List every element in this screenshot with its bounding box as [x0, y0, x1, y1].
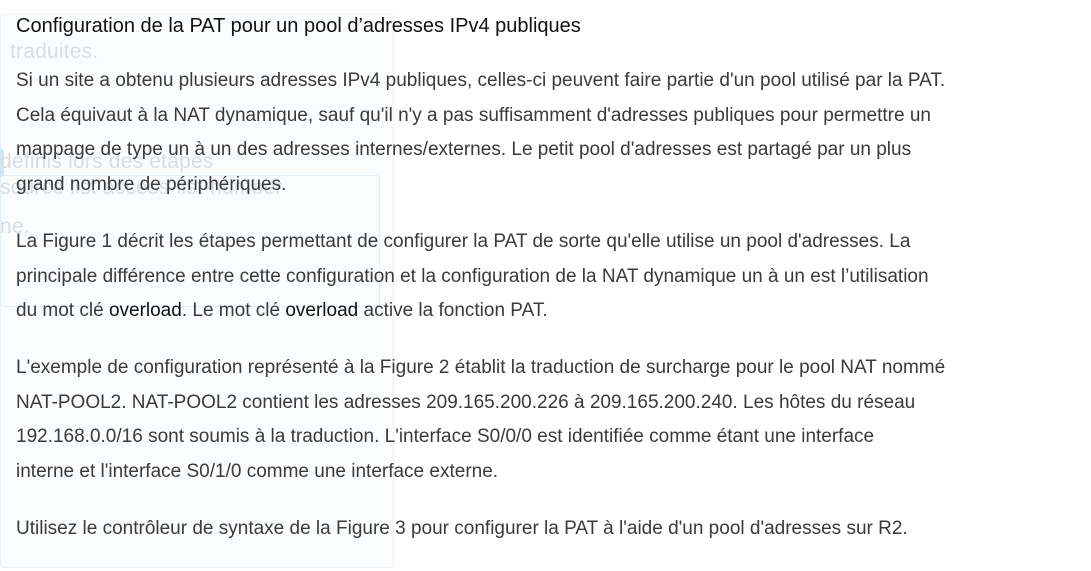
paragraph-line: principale différence entre cette config… — [16, 265, 929, 287]
paragraph-line: mappage de type un à un des adresses int… — [16, 139, 912, 160]
paragraph-line: Cela équivaut à la NAT dynamique, sauf q… — [16, 104, 931, 126]
text-segment: . Le mot clé — [181, 300, 286, 321]
text-segment: active la fonction PAT. — [358, 300, 548, 321]
paragraph-figure2: L'exemple de configuration représenté à … — [16, 351, 945, 489]
paragraph-intro: Si un site a obtenu plusieurs adresses I… — [16, 64, 945, 202]
keyword-overload: overload — [108, 300, 182, 321]
paragraph-line: NAT-POOL2. NAT-POOL2 contient les adress… — [16, 391, 916, 413]
paragraph-line: Si un site a obtenu plusieurs adresses I… — [16, 70, 946, 91]
paragraph-line: 192.168.0.0/16 sont soumis à la traducti… — [16, 426, 875, 447]
paragraph-figure1: La Figure 1 décrit les étapes permettant… — [16, 225, 929, 329]
paragraph-line: Utilisez le contrôleur de syntaxe de la … — [16, 518, 908, 539]
keyword-overload: overload — [285, 300, 359, 321]
paragraph-line: La Figure 1 décrit les étapes permettant… — [16, 231, 911, 252]
paragraph-line: interne et l'interface S0/1/0 comme une … — [16, 460, 499, 482]
page-title: Configuration de la PAT pour un pool d’a… — [16, 15, 581, 37]
paragraph-figure3: Utilisez le contrôleur de syntaxe de la … — [16, 512, 908, 547]
paragraph-line: du mot clé overload. Le mot clé overload… — [16, 294, 929, 329]
paragraph-line: grand nombre de périphériques. — [16, 173, 287, 195]
text-segment: du mot clé — [16, 300, 109, 321]
paragraph-line: L'exemple de configuration représenté à … — [16, 357, 946, 378]
